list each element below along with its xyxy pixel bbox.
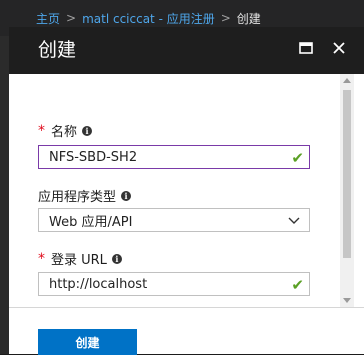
form-content: * 名称 i NFS-SBD-SH2 ✔ 应用程序类型 i Web 应用/API… [9, 74, 364, 307]
app-type-select[interactable]: Web 应用/API [38, 208, 310, 232]
breadcrumb-separator: > [220, 11, 231, 25]
breadcrumb-separator: > [66, 11, 77, 25]
close-icon[interactable] [329, 38, 349, 58]
signon-url-input-value: http://localhost [49, 276, 148, 292]
breadcrumb-current: 创建 [236, 11, 261, 26]
valid-check-icon: ✔ [291, 276, 304, 294]
chevron-down-icon [288, 213, 300, 227]
breadcrumb-home-link[interactable]: 主页 [36, 10, 60, 27]
signon-url-label-text: 登录 URL [51, 253, 107, 268]
app-type-selected-value: Web 应用/API [49, 214, 133, 230]
create-panel: 创建 * 名称 i NFS-SBD-SH2 ✔ 应用程序类型 i Web 应用/… [9, 27, 364, 355]
signon-url-input[interactable]: http://localhost ✔ [38, 272, 310, 296]
signon-url-field-label: * 登录 URL i [38, 249, 122, 268]
app-type-label-text: 应用程序类型 [38, 190, 117, 205]
scroll-thumb[interactable] [343, 90, 351, 258]
footer-divider [9, 307, 364, 308]
required-asterisk: * [38, 250, 45, 267]
name-label-text: 名称 [51, 125, 78, 140]
info-icon[interactable]: i [121, 190, 132, 201]
app-type-field-label: 应用程序类型 i [38, 186, 132, 205]
panel-header: 创建 [9, 27, 364, 74]
info-icon[interactable]: i [82, 125, 93, 136]
scroll-up-arrow[interactable] [343, 78, 351, 83]
panel-title: 创建 [38, 39, 77, 61]
breadcrumb-app-link[interactable]: matl cciccat - 应用注册 [82, 10, 215, 27]
left-blade-edge [0, 36, 9, 354]
scroll-down-arrow[interactable] [343, 298, 351, 303]
name-input-value: NFS-SBD-SH2 [49, 149, 138, 165]
valid-check-icon: ✔ [291, 149, 304, 167]
name-field-label: * 名称 i [38, 121, 93, 140]
info-icon[interactable]: i [111, 253, 122, 264]
required-asterisk: * [38, 122, 45, 139]
vertical-scrollbar[interactable] [340, 74, 354, 307]
name-input[interactable]: NFS-SBD-SH2 ✔ [38, 145, 310, 169]
create-button[interactable]: 创建 [38, 329, 137, 355]
maximize-icon[interactable] [296, 38, 316, 58]
